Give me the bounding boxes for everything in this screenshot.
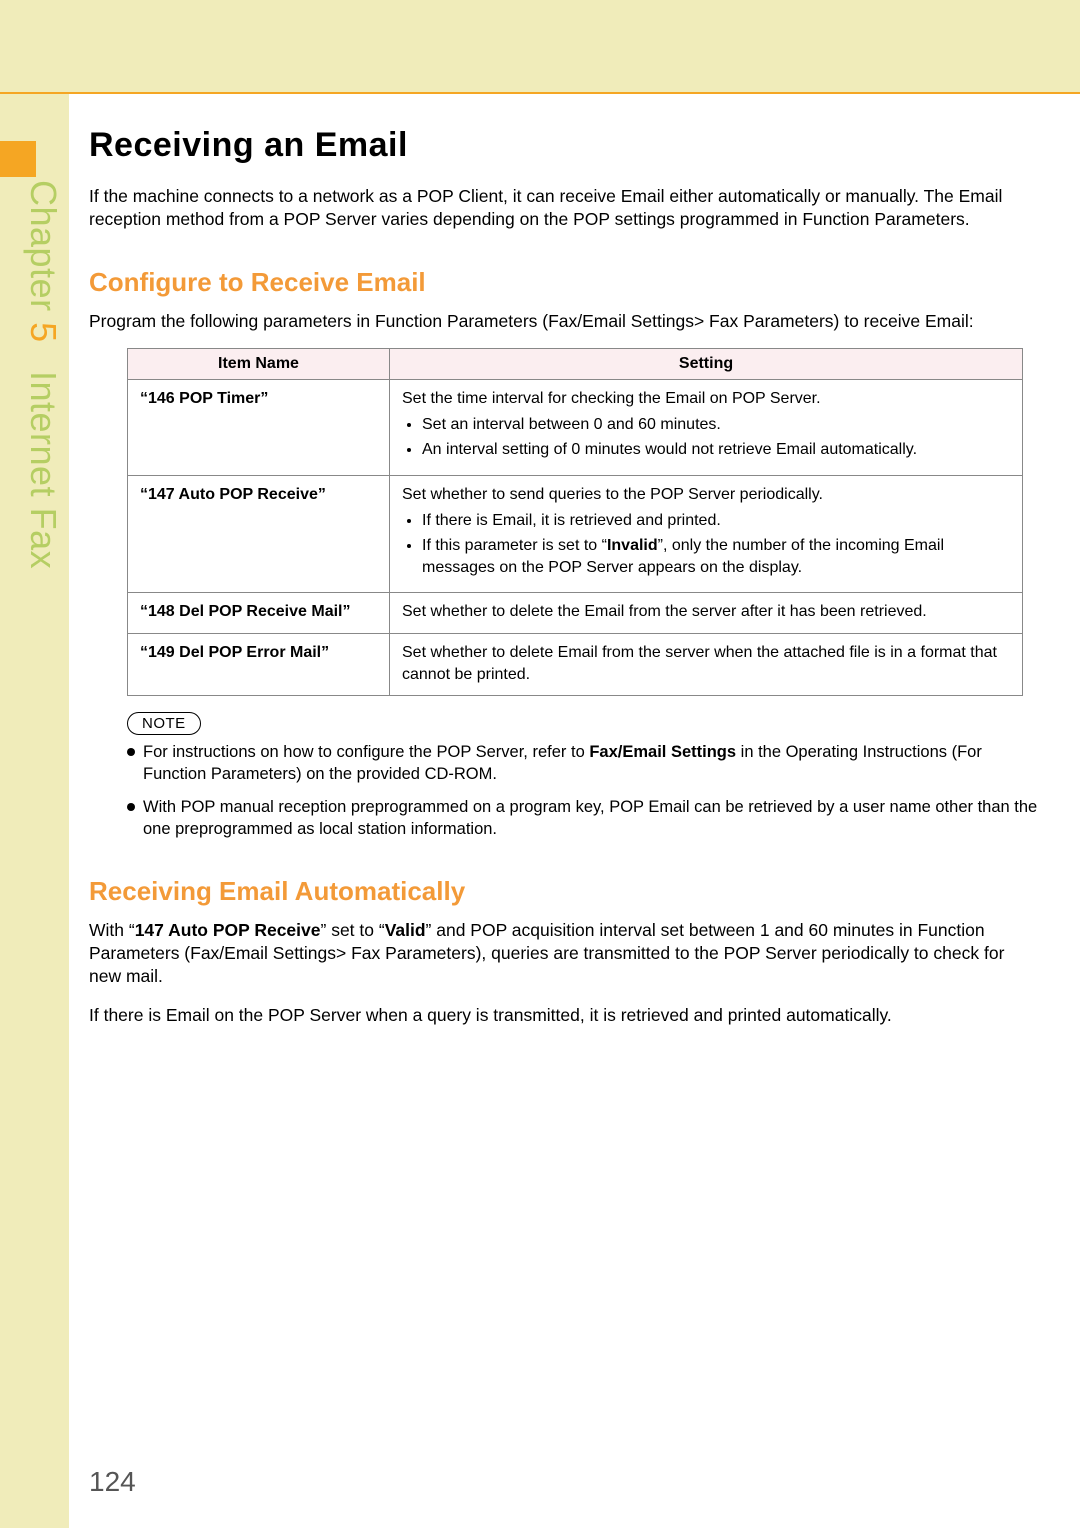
item-cell: “146 POP Timer” [128, 380, 390, 476]
item-cell: “147 Auto POP Receive” [128, 476, 390, 593]
setting-cell: Set the time interval for checking the E… [390, 380, 1023, 476]
col-item-name: Item Name [128, 349, 390, 380]
chapter-tab [0, 141, 36, 177]
configure-intro: Program the following parameters in Func… [89, 310, 1041, 333]
section-configure: Configure to Receive Email [89, 267, 1041, 298]
auto-paragraph-2: If there is Email on the POP Server when… [89, 1004, 1041, 1027]
note-item: With POP manual reception preprogrammed … [127, 796, 1041, 841]
table-header-row: Item Name Setting [128, 349, 1023, 380]
note-badge: NOTE [127, 712, 201, 735]
table-row: “147 Auto POP Receive”Set whether to sen… [128, 476, 1023, 593]
page-title: Receiving an Email [89, 126, 1041, 165]
auto-paragraph-1: With “147 Auto POP Receive” set to “Vali… [89, 919, 1041, 987]
col-setting: Setting [390, 349, 1023, 380]
item-cell: “148 Del POP Receive Mail” [128, 593, 390, 634]
page-number: 124 [89, 1466, 136, 1498]
setting-cell: Set whether to delete the Email from the… [390, 593, 1023, 634]
chapter-word: Chapter [23, 180, 64, 312]
chapter-title: Internet Fax [23, 371, 64, 569]
setting-cell: Set whether to delete Email from the ser… [390, 634, 1023, 696]
top-band [0, 0, 1080, 94]
table-row: “148 Del POP Receive Mail”Set whether to… [128, 593, 1023, 634]
setting-cell: Set whether to send queries to the POP S… [390, 476, 1023, 593]
content-area: Receiving an Email If the machine connec… [89, 126, 1041, 1042]
header-rule [0, 92, 1080, 94]
notes-list: For instructions on how to configure the… [127, 741, 1041, 840]
item-cell: “149 Del POP Error Mail” [128, 634, 390, 696]
table-row: “146 POP Timer”Set the time interval for… [128, 380, 1023, 476]
note-item: For instructions on how to configure the… [127, 741, 1041, 786]
intro-paragraph: If the machine connects to a network as … [89, 185, 1041, 231]
chapter-number: 5 [23, 322, 64, 343]
section-auto-receive: Receiving Email Automatically [89, 876, 1041, 907]
chapter-label: Chapter 5 Internet Fax [22, 180, 64, 569]
parameters-table: Item Name Setting “146 POP Timer”Set the… [127, 348, 1023, 696]
table-row: “149 Del POP Error Mail”Set whether to d… [128, 634, 1023, 696]
